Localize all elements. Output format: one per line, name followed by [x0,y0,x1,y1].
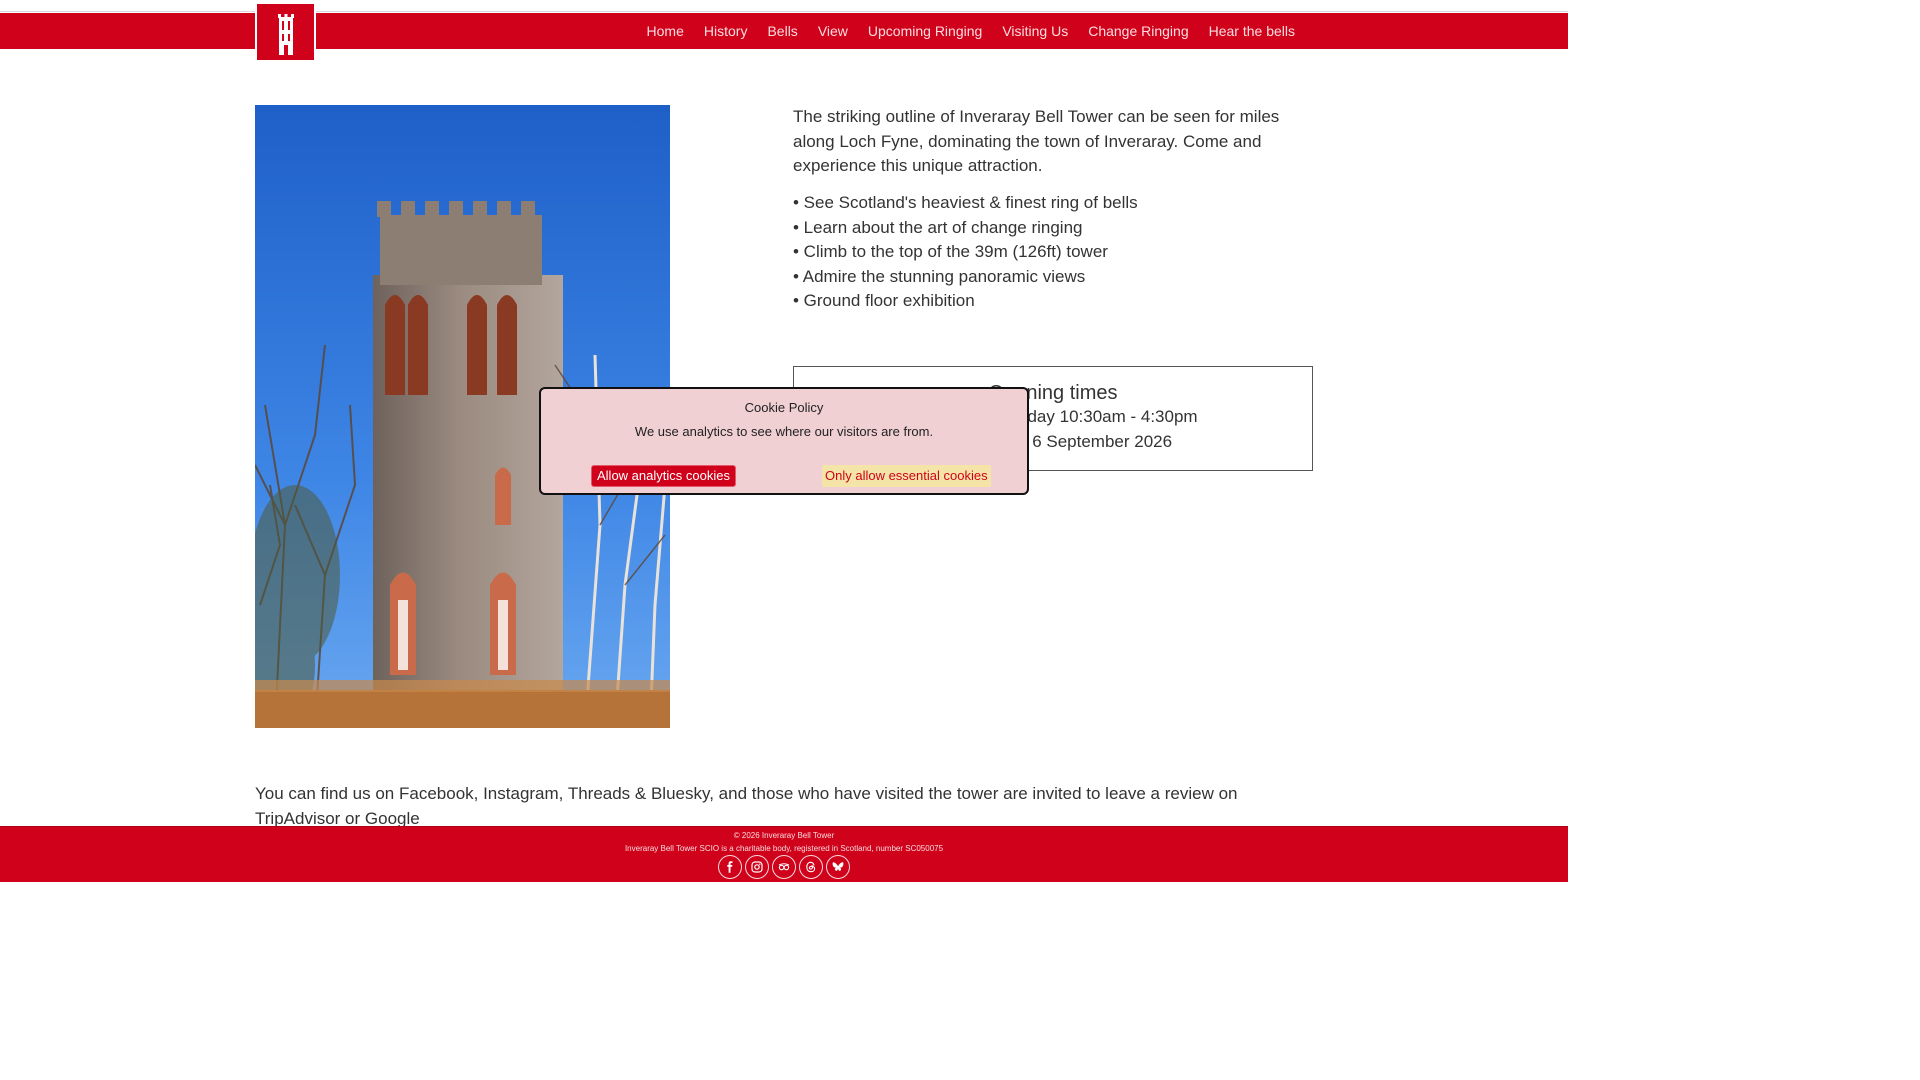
feature-item: • Admire the stunning panoramic views [793,266,1086,286]
nav-home[interactable]: Home [637,13,694,49]
instagram-icon[interactable] [745,855,769,879]
bluesky-icon[interactable] [826,855,850,879]
threads-icon[interactable] [799,855,823,879]
allow-analytics-cookies-button[interactable]: Allow analytics cookies [591,465,736,487]
social-review-text: You can find us on Facebook, Instagram, … [255,784,1238,828]
facebook-icon[interactable] [718,855,742,879]
nav-view[interactable]: View [808,13,858,49]
feature-item: • See Scotland's heaviest & finest ring … [793,193,1138,212]
nav-change-ringing[interactable]: Change Ringing [1078,13,1198,49]
feature-item: • Ground floor exhibition [793,291,975,310]
feature-item: • Learn about the art of change ringing [793,217,1083,237]
cookie-message: We use analytics to see where our visito… [634,424,934,439]
intro-paragraph: The striking outline of Inveraray Bell T… [793,107,1280,175]
cookie-title: Cookie Policy [744,400,824,415]
footer: © 2026 Inveraray Bell Tower Inveraray Be… [0,826,1568,882]
social-links [0,855,1568,879]
nav-visiting-us[interactable]: Visiting Us [992,13,1078,49]
nav-bells[interactable]: Bells [757,13,807,49]
tripadvisor-icon[interactable] [772,855,796,879]
top-stripe [0,0,1568,12]
main-nav: Home History Bells View Upcoming Ringing… [637,13,1305,49]
features-list: • See Scotland's heaviest & finest ring … [793,191,1313,314]
feature-item: • Climb to the top of the 39m (126ft) to… [793,242,1108,261]
footer-copyright: © 2026 Inveraray Bell Tower [733,831,835,840]
nav-hear-the-bells[interactable]: Hear the bells [1199,13,1305,49]
intro-section: The striking outline of Inveraray Bell T… [793,105,1313,191]
nav-upcoming-ringing[interactable]: Upcoming Ringing [858,13,992,49]
site-logo[interactable] [255,2,316,62]
cookie-dialog: Cookie Policy We use analytics to see wh… [539,387,1029,495]
essential-cookies-only-button[interactable]: Only allow essential cookies [822,465,991,487]
nav-history[interactable]: History [694,13,758,49]
footer-registration: Inveraray Bell Tower SCIO is a charitabl… [624,844,944,853]
bell-tower-logo-icon [277,14,294,55]
